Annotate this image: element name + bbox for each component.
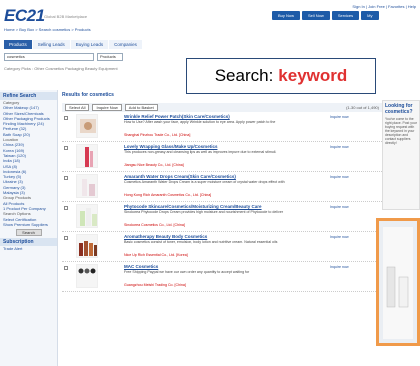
result-count: (1-30 out of 1,490) [346,105,379,110]
product-thumbnail[interactable] [76,114,98,138]
product-title-link[interactable]: Wrinkle Relief Power Patch(Skin Care/Cos… [124,114,230,119]
inquire-link[interactable]: Inquire now [330,175,349,179]
site-header: EC21 Global B2B Marketplace Sign In | Jo… [0,0,420,34]
top-links[interactable]: Sign In | Join Free | Favorites | Help [352,4,416,9]
item-checkbox[interactable] [64,236,68,240]
inquire-now-button[interactable]: Inquire Now [92,104,122,111]
my-button[interactable]: My [361,11,379,20]
product-description: Cosmetics Amaranth Water Drops Cream is … [124,180,285,184]
search-tabs: Products Selling Leads Buying Leads Comp… [4,40,142,49]
item-checkbox[interactable] [64,266,68,270]
item-checkbox[interactable] [64,146,68,150]
product-thumbnail[interactable] [76,174,98,198]
refine-heading: Refine Search [0,92,57,100]
product-title-link[interactable]: Lovely Wrapping Glass/Make Up/Cosmetics [124,144,217,149]
inquire-link[interactable]: Inquire now [330,235,349,239]
product-description: Sinokorea Phytocode Drops Cream provides… [124,210,284,214]
search-keyword-callout: Search: keyword [186,58,376,94]
palette-product-icon [78,268,96,274]
inquire-link[interactable]: Inquire now [330,115,349,119]
product-thumbnail[interactable] [76,234,98,258]
company-link[interactable]: Guangzhou Meishi Trading Co. [China] [124,283,186,287]
product-title-link[interactable]: Amaranth Water Drops Cream(Skin Care/Cos… [124,174,236,179]
product-title-link[interactable]: MAC Cosmetics [124,264,158,269]
search-input[interactable]: cosmetics [4,53,94,61]
patch-product-icon [80,119,96,133]
breadcrumb[interactable]: Home > Buy Box > Search cosmetics > Prod… [4,27,91,32]
cosmetic-bottles-icon [386,266,409,308]
inquire-link[interactable]: Inquire now [330,265,349,269]
trade-alert-link[interactable]: Trade Alert [0,246,57,251]
list-item: MAC Cosmetics Free Shipping Paypal we ha… [62,262,382,292]
product-thumbnail[interactable] [76,144,98,168]
callout-label: Search: [214,66,274,85]
company-link[interactable]: Hong Kong Rich Amaranth Cosmetics Co., L… [124,193,211,197]
product-description: Basic cosmetics consist of toner, emulsi… [124,240,278,244]
tab-companies[interactable]: Companies [109,40,142,49]
product-description: Free Shipping Paypal we have our own ord… [124,270,250,274]
subscription-heading: Subscription [0,238,57,247]
buy-now-button[interactable]: Buy Now [272,11,301,20]
highlighted-ad-box[interactable] [376,218,420,346]
cream-product-icon [82,179,95,196]
list-item: Amaranth Water Drops Cream(Skin Care/Cos… [62,172,382,202]
aroma-product-icon [79,241,97,256]
company-link[interactable]: Nice Up Rich Essential Co., Ltd. [Korea] [124,253,188,257]
item-checkbox[interactable] [64,206,68,210]
product-title-link[interactable]: Phytocode Skincare/Cosmetics/Moisturizin… [124,204,262,209]
results-action-bar: Select All Inquire Now Add to Basket (1-… [62,103,382,112]
ad-image [383,227,413,339]
product-title-link[interactable]: Aromatherapy Beauty Body Cosmetics [124,234,207,239]
category-picks[interactable]: Category Picks : Other Cosmetics Packagi… [4,66,118,71]
services-button[interactable]: Services [331,11,360,20]
sell-now-button[interactable]: Sell Now [302,11,330,20]
buying-request-ad[interactable]: Looking for cosmetics? You've come to th… [382,100,420,210]
search-row: cosmetics Products [4,52,123,62]
product-description: How to Use? After wash your face, apply … [124,120,276,124]
select-all-button[interactable]: Select All [65,104,90,111]
company-link[interactable]: Jiangsu Nice Beauty Co., Ltd. [China] [124,163,184,167]
lipgloss-product-icon [85,147,93,167]
ad-title: Looking for cosmetics? [385,103,413,115]
search-category-select[interactable]: Products [97,53,123,61]
product-thumbnail[interactable] [76,204,98,228]
list-item: Phytocode Skincare/Cosmetics/Moisturizin… [62,202,382,232]
company-link[interactable]: Shanghai Pinzhou Trade Co., Ltd. [China] [124,133,190,137]
item-checkbox[interactable] [64,176,68,180]
inquire-link[interactable]: Inquire now [330,205,349,209]
list-item: Aromatherapy Beauty Body Cosmetics Basic… [62,232,382,262]
premium-suppliers-checkbox[interactable]: Show Premium Suppliers [0,222,57,227]
results-panel: Results for cosmetics Select All Inquire… [62,92,382,292]
tab-selling-leads[interactable]: Selling Leads [32,40,70,49]
refine-sidebar: Refine Search Category Other Makeup (147… [0,90,58,366]
top-buttons: Buy Now Sell Now Services My [272,11,379,20]
tab-products[interactable]: Products [4,40,32,49]
add-to-basket-button[interactable]: Add to Basket [124,104,158,111]
ad-description: You've come to the right place. Post you… [385,117,417,145]
inquire-link[interactable]: Inquire now [330,145,349,149]
sidebar-search-button[interactable]: Search [15,229,42,237]
list-item: Wrinkle Relief Power Patch(Skin Care/Cos… [62,112,382,142]
company-link[interactable]: Sinokorea Cosmetics Co., Ltd. [China] [124,223,185,227]
callout-keyword: keyword [278,66,348,85]
list-item: Lovely Wrapping Glass/Make Up/Cosmetics … [62,142,382,172]
logo-tagline: Global B2B Marketplace [44,14,88,19]
skincare-product-icon [80,208,97,226]
tab-buying-leads[interactable]: Buying Leads [70,40,109,49]
product-description: This produces non-greasy and cleansing l… [124,150,277,154]
ec21-logo[interactable]: EC21 [4,6,45,26]
product-thumbnail[interactable] [76,264,98,288]
item-checkbox[interactable] [64,116,68,120]
